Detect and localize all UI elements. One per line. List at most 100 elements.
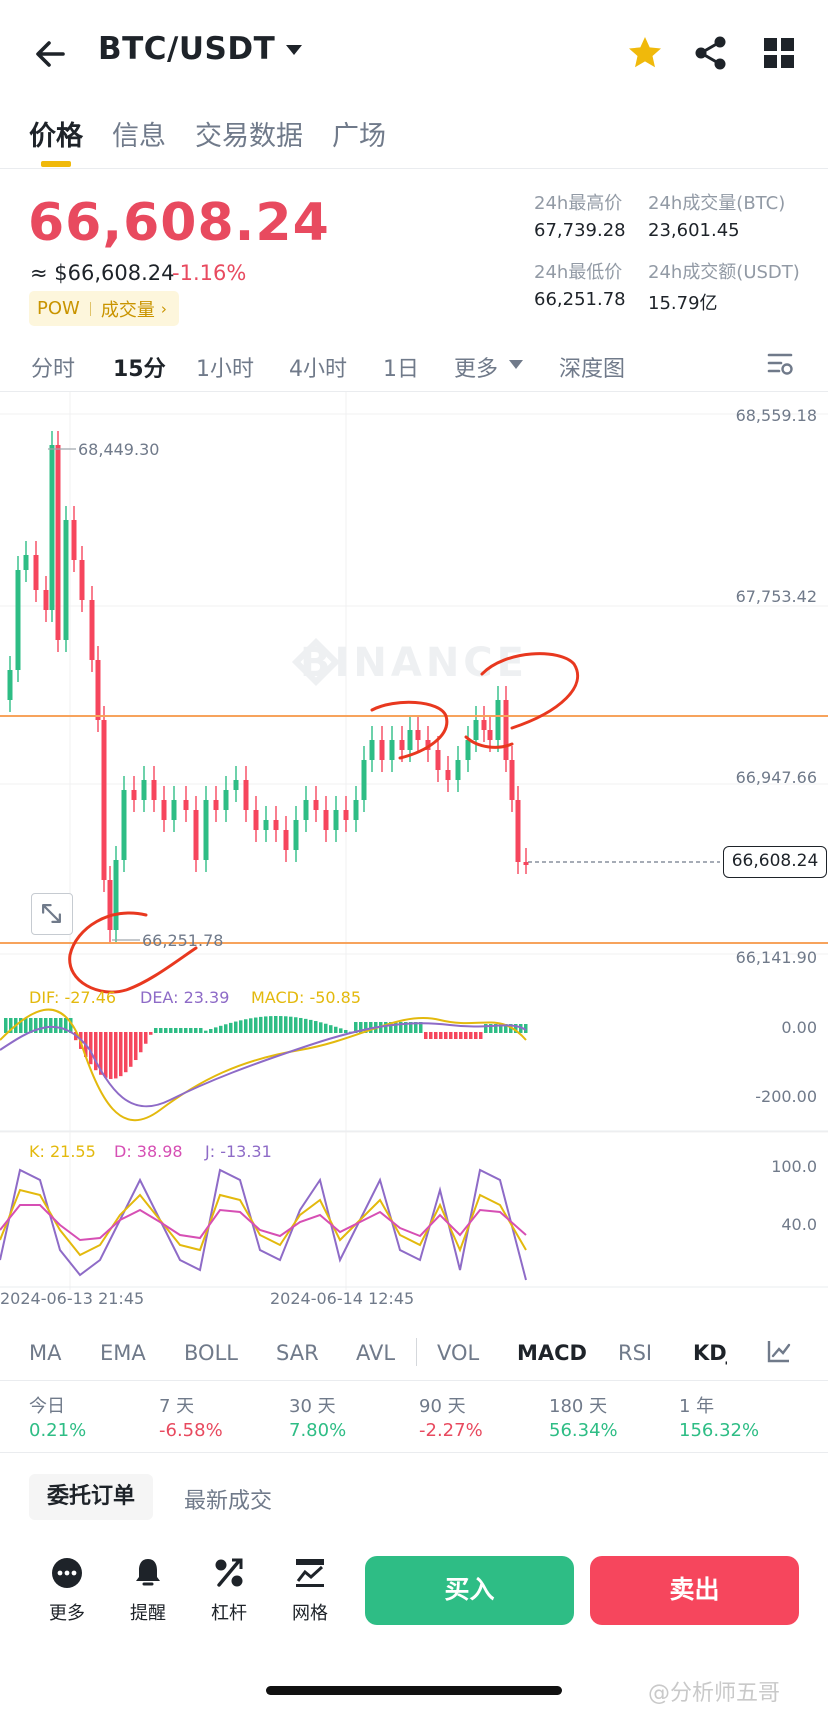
macd-bar — [24, 1018, 28, 1033]
macd-dea-label: DEA: 23.39 — [140, 988, 229, 1007]
current-price-tag: 66,608.24 — [723, 846, 827, 878]
macd-bar — [449, 1032, 453, 1039]
alert-button[interactable]: 提醒 — [113, 1556, 183, 1625]
tf-4h[interactable]: 4小时 — [289, 351, 347, 383]
back-arrow-icon[interactable] — [30, 34, 70, 74]
y-axis-label: 67,753.42 — [736, 587, 817, 606]
kdj-d-label: D: 38.98 — [114, 1142, 183, 1161]
macd-bar — [314, 1021, 318, 1033]
macd-bar — [224, 1024, 228, 1033]
pair-title[interactable]: BTC/USDT — [98, 31, 275, 67]
author-watermark: @分析师五哥 — [648, 1681, 781, 1706]
ind-macd[interactable]: MACD — [517, 1341, 587, 1365]
tf-depth[interactable]: 深度图 — [559, 351, 625, 383]
ind-avl[interactable]: AVL — [356, 1341, 395, 1365]
tf-line[interactable]: 分时 — [31, 351, 75, 383]
kdj-d-line — [0, 1204, 527, 1242]
perf-value: 156.32% — [679, 1420, 760, 1441]
macd-bar — [254, 1017, 258, 1033]
tab-recent-trades[interactable]: 最新成交 — [184, 1483, 272, 1515]
ind-kdj[interactable]: KDJ — [693, 1341, 727, 1365]
macd-bar — [119, 1032, 123, 1077]
expand-icon[interactable] — [31, 893, 73, 935]
candle-body — [283, 830, 289, 850]
macd-dif-line — [0, 1008, 527, 1122]
macd-bar — [459, 1032, 463, 1039]
leverage-button[interactable]: 杠杆 — [194, 1556, 264, 1625]
candle-body — [473, 720, 479, 740]
kline-chart[interactable]: BINANCE 68,449.30 66,251.78 68,559.18 67… — [0, 392, 828, 1312]
tf-1h[interactable]: 1小时 — [196, 351, 254, 383]
candle-body — [71, 520, 77, 560]
candle-body — [141, 780, 147, 800]
perf-value: 56.34% — [549, 1420, 618, 1441]
macd-bar — [269, 1016, 273, 1033]
caret-down-icon[interactable] — [286, 45, 302, 55]
macd-bar — [124, 1032, 128, 1073]
leverage-label: 杠杆 — [211, 1603, 247, 1624]
percent-icon — [215, 1558, 243, 1587]
grid-trading-button[interactable]: 网格 — [275, 1556, 345, 1625]
more-button[interactable]: 更多 — [32, 1556, 102, 1625]
tab-open-orders[interactable]: 委托订单 — [29, 1474, 153, 1520]
y-axis-label: 66,141.90 — [736, 948, 817, 967]
high-label: 24h最高价 — [534, 193, 623, 214]
low-value: 66,251.78 — [534, 289, 626, 310]
candle-body — [415, 730, 421, 740]
tab-trade-data[interactable]: 交易数据 — [195, 114, 303, 153]
candle-body — [303, 800, 309, 820]
share-icon[interactable] — [692, 34, 730, 72]
macd-bar — [44, 1018, 48, 1033]
macd-bar — [199, 1028, 203, 1033]
macd-bar — [339, 1028, 343, 1033]
macd-bar — [239, 1020, 243, 1033]
star-icon[interactable] — [626, 34, 664, 72]
vol-usdt-value: 15.79亿 — [648, 293, 718, 314]
tab-info[interactable]: 信息 — [112, 114, 166, 153]
ind-sar[interactable]: SAR — [276, 1341, 319, 1365]
tab-price[interactable]: 价格 — [29, 114, 83, 153]
candle-body — [193, 810, 199, 860]
macd-bar — [309, 1019, 313, 1033]
tf-15m[interactable]: 15分 — [113, 351, 166, 383]
caret-down-icon[interactable] — [509, 360, 523, 369]
ind-ema[interactable]: EMA — [100, 1341, 146, 1365]
ind-vol[interactable]: VOL — [437, 1341, 479, 1365]
perf-value: -6.58% — [159, 1420, 223, 1441]
ind-rsi[interactable]: RSI — [618, 1341, 652, 1365]
pow-badge[interactable]: POW 成交量 › — [29, 291, 179, 326]
tf-more[interactable]: 更多 — [454, 351, 498, 383]
low-label: 24h最低价 — [534, 262, 623, 283]
sell-button[interactable]: 卖出 — [590, 1556, 799, 1625]
ind-ma[interactable]: MA — [29, 1341, 61, 1365]
candle-body — [465, 740, 471, 760]
grid-icon[interactable] — [762, 36, 796, 70]
macd-bar — [229, 1022, 233, 1033]
macd-bar — [479, 1032, 483, 1039]
candle-body — [121, 790, 127, 860]
buy-button[interactable]: 买入 — [365, 1556, 574, 1625]
macd-axis-label: 0.00 — [781, 1018, 817, 1037]
macd-bar — [439, 1032, 443, 1039]
ind-boll[interactable]: BOLL — [184, 1341, 238, 1365]
perf-label: 30 天 — [289, 1396, 336, 1417]
macd-bar — [219, 1025, 223, 1033]
macd-bar — [4, 1018, 8, 1033]
kdj-k-label: K: 21.55 — [29, 1142, 96, 1161]
tab-square[interactable]: 广场 — [332, 114, 386, 153]
tf-1d[interactable]: 1日 — [383, 351, 419, 383]
candle-body — [313, 800, 319, 810]
candle-body — [487, 730, 493, 740]
macd-bar — [104, 1032, 108, 1078]
candle-body — [15, 570, 21, 670]
candle-body — [523, 862, 529, 865]
perf-value: 7.80% — [289, 1420, 347, 1441]
chart-settings-icon[interactable] — [766, 350, 794, 378]
candle-body — [161, 800, 167, 820]
macd-bar — [49, 1018, 53, 1033]
indicator-settings-icon[interactable] — [766, 1338, 792, 1364]
high-marker: 68,449.30 — [78, 440, 159, 459]
macd-bar — [129, 1032, 133, 1067]
macd-bar — [149, 1032, 153, 1035]
candle-body — [495, 700, 501, 740]
